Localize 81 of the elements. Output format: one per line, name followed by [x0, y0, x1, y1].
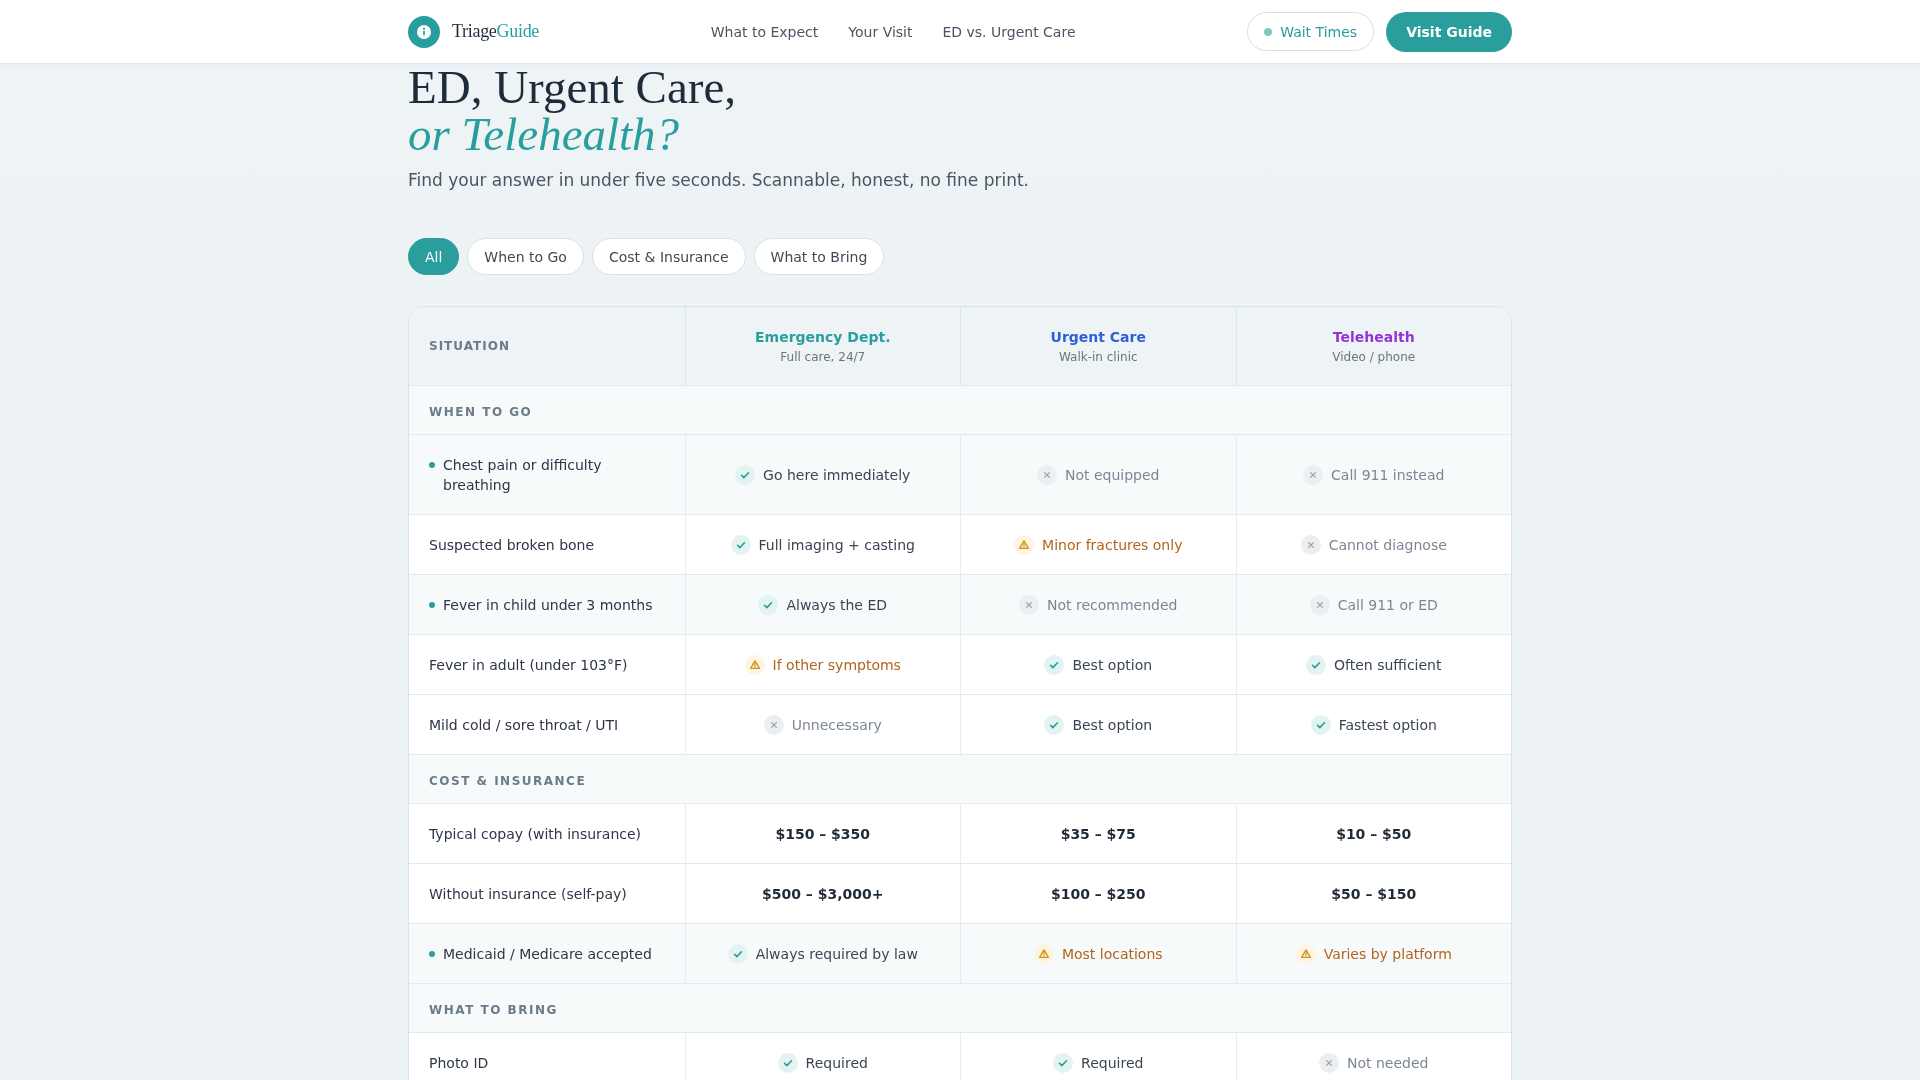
status-text: Call 911 instead: [1331, 466, 1445, 485]
warning-icon: [1014, 535, 1035, 555]
situation-label: Typical copay (with insurance): [429, 825, 642, 844]
status-text: Not equipped: [1065, 466, 1160, 485]
status-text: Best option: [1072, 656, 1153, 675]
status-text: Required: [805, 1054, 868, 1073]
section-heading: COST & INSURANCE: [429, 774, 587, 788]
check-icon: [1044, 655, 1065, 675]
warning-icon: [744, 655, 765, 675]
situation-label: Fever in adult (under 103°F): [429, 656, 628, 675]
nav-link[interactable]: ED vs. Urgent Care: [942, 21, 1076, 42]
situation-label: Mild cold / sore throat / UTI: [429, 716, 619, 735]
status-text: Minor fractures only: [1042, 536, 1183, 555]
section-heading: WHEN TO GO: [429, 405, 533, 419]
status-text: Not recommended: [1047, 596, 1178, 615]
status-text: Most locations: [1061, 945, 1163, 964]
column-subtitle: Walk-in clinic: [1058, 349, 1138, 365]
filter-chip[interactable]: What to Bring: [753, 238, 885, 275]
column-title: Urgent Care: [1050, 328, 1146, 347]
price-range: $500 – $3,000+: [762, 885, 884, 904]
column-subtitle: Full care, 24/7: [780, 349, 866, 365]
nav-link[interactable]: What to Expect: [710, 21, 819, 42]
cross-icon: [1303, 465, 1324, 485]
logo-icon: [408, 15, 440, 48]
status-dot-icon: [1264, 27, 1273, 36]
status-text: Varies by platform: [1323, 945, 1452, 964]
cross-icon: [1037, 465, 1057, 485]
status-text: If other symptoms: [772, 656, 901, 675]
status-text: Required: [1081, 1054, 1144, 1073]
page-title: ED, Urgent Care, or Telehealth?: [408, 64, 737, 158]
cross-icon: [1319, 1053, 1339, 1073]
status-text: Often sufficient: [1334, 656, 1442, 675]
cross-icon: [1309, 595, 1330, 615]
column-title: Telehealth: [1332, 328, 1415, 347]
column-header: SITUATION: [429, 338, 510, 354]
warning-icon: [1033, 944, 1054, 964]
situation-label: Photo ID: [429, 1054, 489, 1073]
column-title: Emergency Dept.: [755, 328, 891, 347]
cross-icon: [1300, 535, 1321, 555]
logo-text[interactable]: TriageGuide: [452, 21, 540, 42]
check-icon: [758, 595, 779, 615]
situation-label: Medicaid / Medicare accepted: [443, 945, 652, 964]
price-range: $10 – $50: [1336, 825, 1412, 844]
cross-icon: [763, 715, 784, 735]
status-text: Always required by law: [755, 945, 918, 964]
page-subtitle: Find your answer in under five seconds. Scannable, honest, no fine print.: [408, 169, 1029, 192]
price-range: $50 – $150: [1331, 885, 1417, 904]
price-range: $35 – $75: [1060, 825, 1136, 844]
check-icon: [735, 465, 756, 485]
bullet-dot-icon: [429, 951, 435, 957]
status-text: Fastest option: [1338, 716, 1437, 735]
filter-chip[interactable]: When to Go: [467, 238, 584, 275]
warning-icon: [1295, 944, 1316, 964]
status-text: Cannot diagnose: [1328, 536, 1447, 555]
status-text: Call 911 or ED: [1337, 596, 1438, 615]
situation-label: Fever in child under 3 months: [443, 596, 653, 615]
status-text: Not needed: [1347, 1054, 1429, 1073]
filter-chip[interactable]: Cost & Insurance: [591, 238, 746, 275]
check-icon: [1044, 715, 1065, 735]
status-text: Unnecessary: [791, 716, 882, 735]
price-range: $150 – $350: [775, 825, 871, 844]
check-icon: [727, 944, 748, 964]
status-text: Full imaging + casting: [758, 536, 915, 555]
section-heading: WHAT TO BRING: [429, 1003, 558, 1017]
cross-icon: [1019, 595, 1039, 615]
bullet-dot-icon: [429, 462, 435, 468]
situation-label: Without insurance (self-pay): [429, 885, 627, 904]
status-text: Always the ED: [786, 596, 888, 615]
status-text: Go here immediately: [763, 466, 911, 485]
nav-link[interactable]: Your Visit: [848, 21, 913, 42]
situation-label: Chest pain or difficulty breathing: [443, 456, 603, 495]
check-icon: [1053, 1053, 1074, 1073]
situation-label: Suspected broken bone: [429, 536, 595, 555]
check-icon: [1306, 655, 1327, 675]
price-range: $100 – $250: [1050, 885, 1146, 904]
column-subtitle: Video / phone: [1332, 349, 1416, 365]
bullet-dot-icon: [429, 602, 435, 608]
check-icon: [730, 535, 751, 555]
status-text: Best option: [1072, 716, 1153, 735]
check-icon: [1310, 715, 1331, 735]
check-icon: [777, 1053, 798, 1073]
